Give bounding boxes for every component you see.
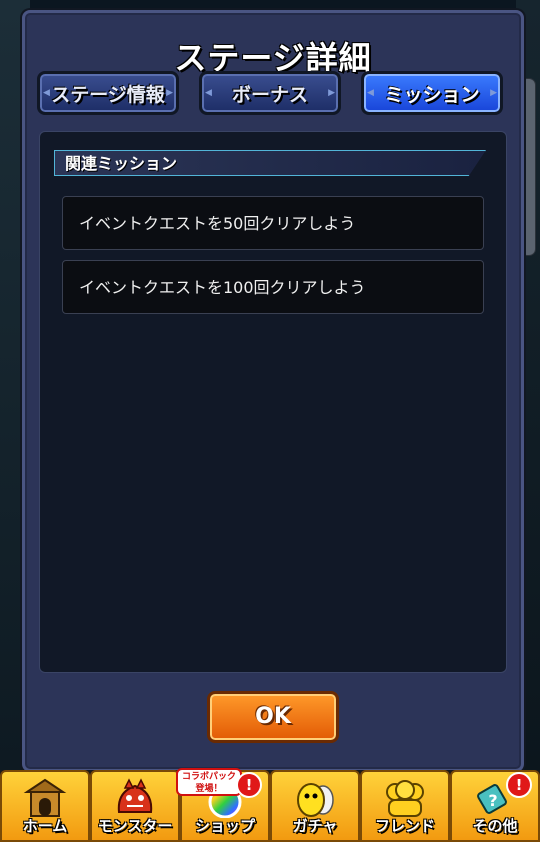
tab-right-arrow-icon: ▶ [490,88,497,98]
monster-icon [117,778,153,813]
mission-panel: 関連ミッション イベントクエストを50回クリアしよう イベントクエストを100回… [39,131,507,673]
notification-badge: ! [506,772,532,798]
promo-bubble: コラボパック 登場！ [176,768,242,796]
promo-text: コラボパック [181,772,236,782]
nav-monster[interactable]: モンスター [90,770,180,842]
tab-label: ステージ情報 [51,83,165,106]
tab-stage-info[interactable]: ◀ ステージ情報 ▶ [37,71,179,115]
tab-bonus[interactable]: ◀ ボーナス ▶ [199,71,341,115]
section-header-related-missions: 関連ミッション [54,150,486,176]
tab-label: ミッション [384,83,480,106]
nav-friend[interactable]: フレンド [360,770,450,842]
nav-label: フレンド [374,817,435,835]
nav-shop[interactable]: コラボパック 登場！ ! ショップ [176,768,270,842]
nav-label: その他 [472,817,518,835]
nav-gacha[interactable]: ガチャ [270,770,360,842]
nav-home[interactable]: ホーム [0,770,90,842]
tab-left-arrow-icon: ◀ [43,88,50,98]
stage-detail-dialog: ステージ詳細 ◀ ステージ情報 ▶ ◀ ボーナス ▶ ◀ ミッション ▶ 関連ミ… [22,10,524,772]
nav-label: ガチャ [292,817,338,835]
home-gate-icon [23,778,67,817]
tab-mission[interactable]: ◀ ミッション ▶ [361,71,503,115]
tab-left-arrow-icon: ◀ [367,88,374,98]
svg-text:?: ? [488,791,497,810]
friends-icon [386,780,424,817]
ok-button[interactable]: OK [207,691,339,743]
notification-badge: ! [236,772,262,798]
tab-label: ボーナス [231,83,308,106]
gacha-egg-icon [297,783,334,817]
tab-right-arrow-icon: ▶ [328,88,335,98]
nav-other[interactable]: ? ! その他 [450,770,540,842]
nav-label: モンスター [97,817,173,835]
mission-item: イベントクエストを100回クリアしよう [62,260,484,314]
bottom-navigation: ホーム モンスター コラボパック 登場！ ! ショップ ガチャ フレンド ? !… [0,768,540,842]
promo-text: 登場！ [195,784,223,794]
tab-left-arrow-icon: ◀ [205,88,212,98]
mission-item: イベントクエストを50回クリアしよう [62,196,484,250]
tab-right-arrow-icon: ▶ [166,88,173,98]
nav-label: ホーム [22,817,68,835]
nav-label: ショップ [194,817,255,835]
